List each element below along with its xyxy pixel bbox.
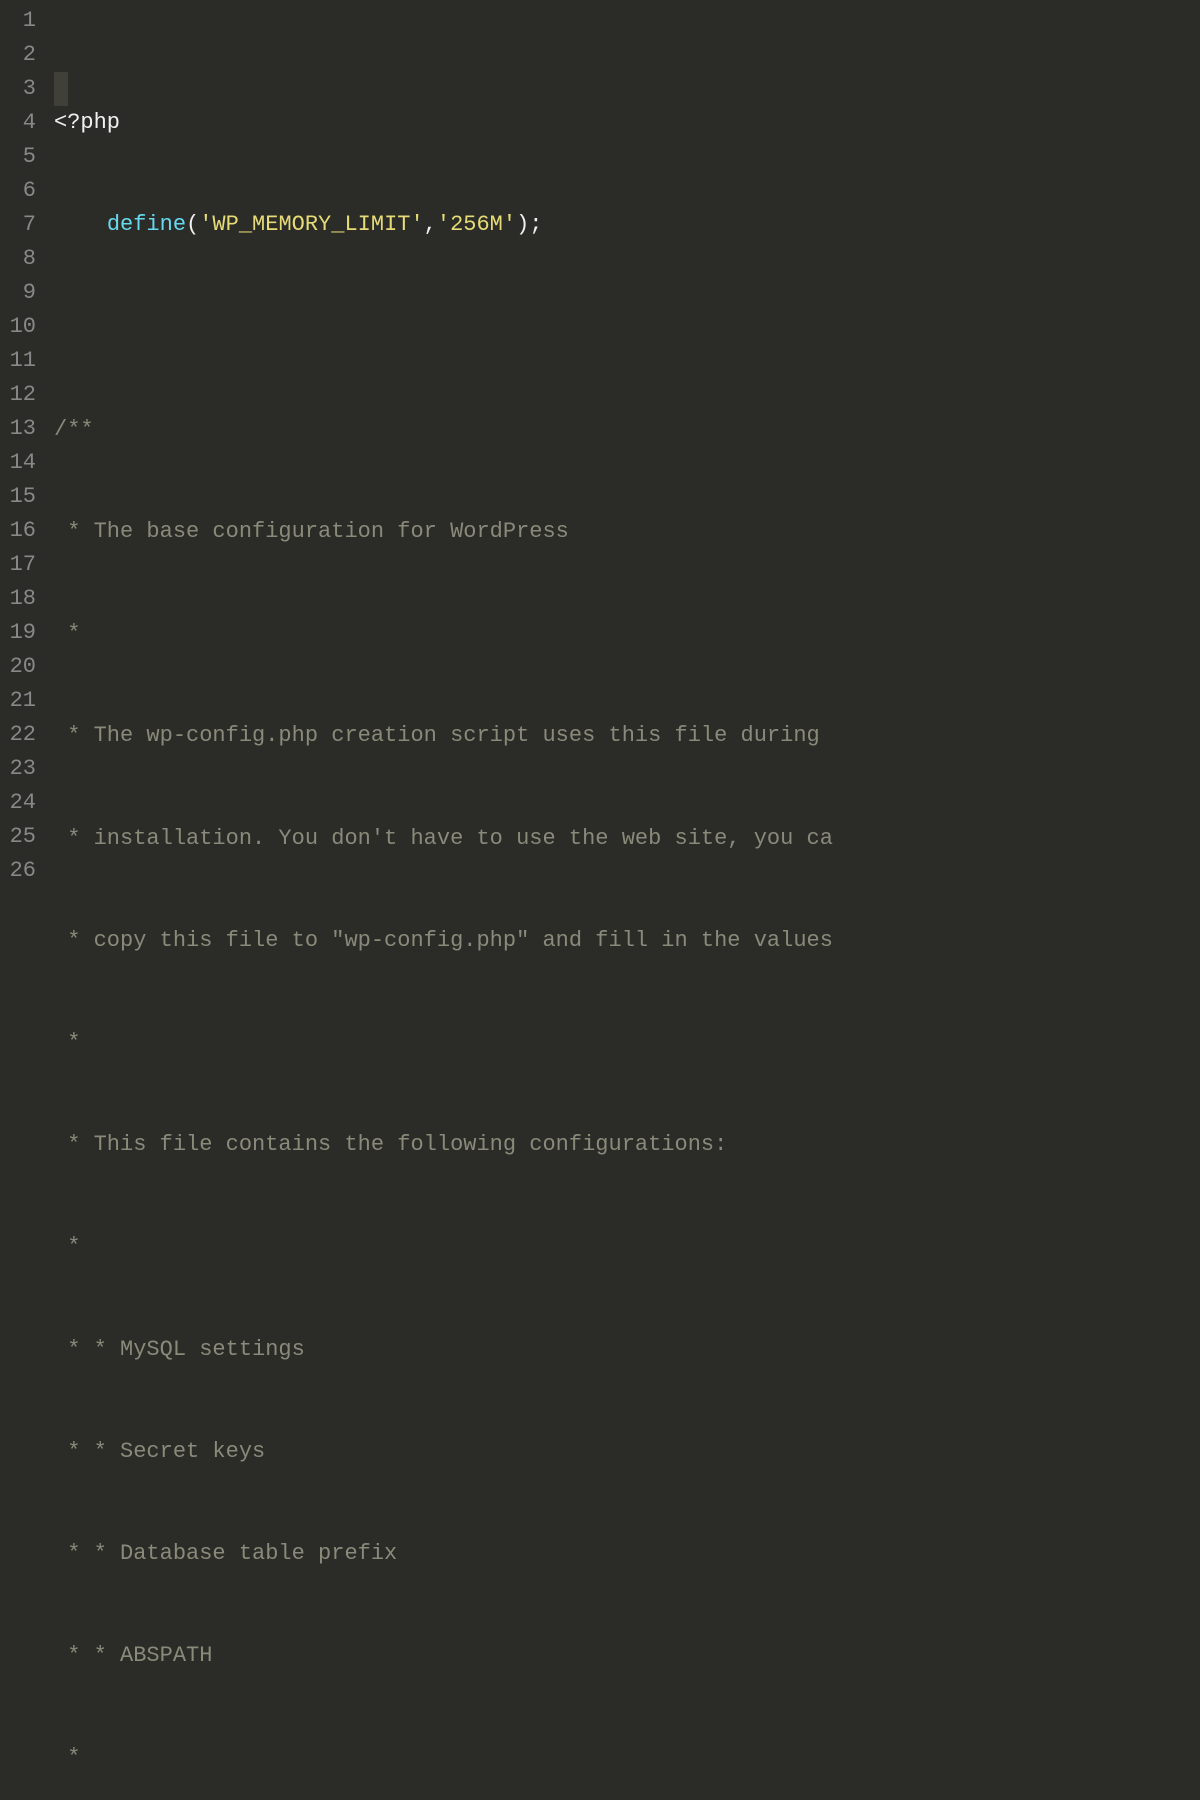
comment-line: * * ABSPATH [54,1643,212,1668]
code-line: define('WP_MEMORY_LIMIT','256M'); [54,208,1200,242]
comment-line: * The wp-config.php creation script uses… [54,723,833,748]
code-line: * * MySQL settings [54,1333,1200,1367]
comment-line: * * Database table prefix [54,1541,397,1566]
line-number: 21 [8,684,36,718]
line-number: 15 [8,480,36,514]
comment-line: * [54,1234,80,1259]
code-line: /** [54,413,1200,447]
line-number: 5 [8,140,36,174]
line-number: 13 [8,412,36,446]
code-line: * The wp-config.php creation script uses… [54,719,1200,753]
php-open-tag: <?php [54,110,120,135]
comment-line: * [54,1030,80,1055]
line-number: 7 [8,208,36,242]
comment-line: * The base configuration for WordPress [54,519,569,544]
comment-block-open: /** [54,417,94,442]
line-number: 2 [8,38,36,72]
line-number: 17 [8,548,36,582]
line-number: 3 [8,72,36,106]
line-number: 12 [8,378,36,412]
code-editor[interactable]: 1234567891011121314151617181920212223242… [0,0,1200,900]
line-number: 16 [8,514,36,548]
string-literal: 'WP_MEMORY_LIMIT' [199,212,423,237]
code-line: * * Database table prefix [54,1537,1200,1571]
code-line: <?php [54,106,1200,140]
line-number: 8 [8,242,36,276]
line-number: 6 [8,174,36,208]
code-line: * [54,1741,1200,1775]
line-number: 26 [8,854,36,888]
code-line: * * ABSPATH [54,1639,1200,1673]
comment-line: * copy this file to "wp-config.php" and … [54,928,833,953]
code-line: * installation. You don't have to use th… [54,822,1200,856]
line-number: 4 [8,106,36,140]
comment-line: * [54,1745,80,1770]
line-number: 10 [8,310,36,344]
code-line: * [54,617,1200,651]
comment-line: * * MySQL settings [54,1337,305,1362]
code-line: * This file contains the following confi… [54,1128,1200,1162]
code-line: * * Secret keys [54,1435,1200,1469]
code-line: * The base configuration for WordPress [54,515,1200,549]
line-number: 24 [8,786,36,820]
comment-line: * [54,621,80,646]
code-line: * [54,1230,1200,1264]
comment-line: * This file contains the following confi… [54,1132,727,1157]
code-area[interactable]: <?php define('WP_MEMORY_LIMIT','256M'); … [54,0,1200,900]
code-line: * [54,1026,1200,1060]
line-number-gutter: 1234567891011121314151617181920212223242… [0,0,54,900]
line-number: 19 [8,616,36,650]
line-number: 11 [8,344,36,378]
caret-indicator [54,72,68,106]
code-line: * copy this file to "wp-config.php" and … [54,924,1200,958]
string-literal: '256M' [437,212,516,237]
line-number: 25 [8,820,36,854]
line-number: 20 [8,650,36,684]
code-line [54,311,1200,345]
line-number: 14 [8,446,36,480]
line-number: 23 [8,752,36,786]
line-number: 9 [8,276,36,310]
comment-line: * installation. You don't have to use th… [54,826,833,851]
keyword-define: define [107,212,186,237]
line-number: 18 [8,582,36,616]
line-number: 22 [8,718,36,752]
comment-line: * * Secret keys [54,1439,265,1464]
line-number: 1 [8,4,36,38]
